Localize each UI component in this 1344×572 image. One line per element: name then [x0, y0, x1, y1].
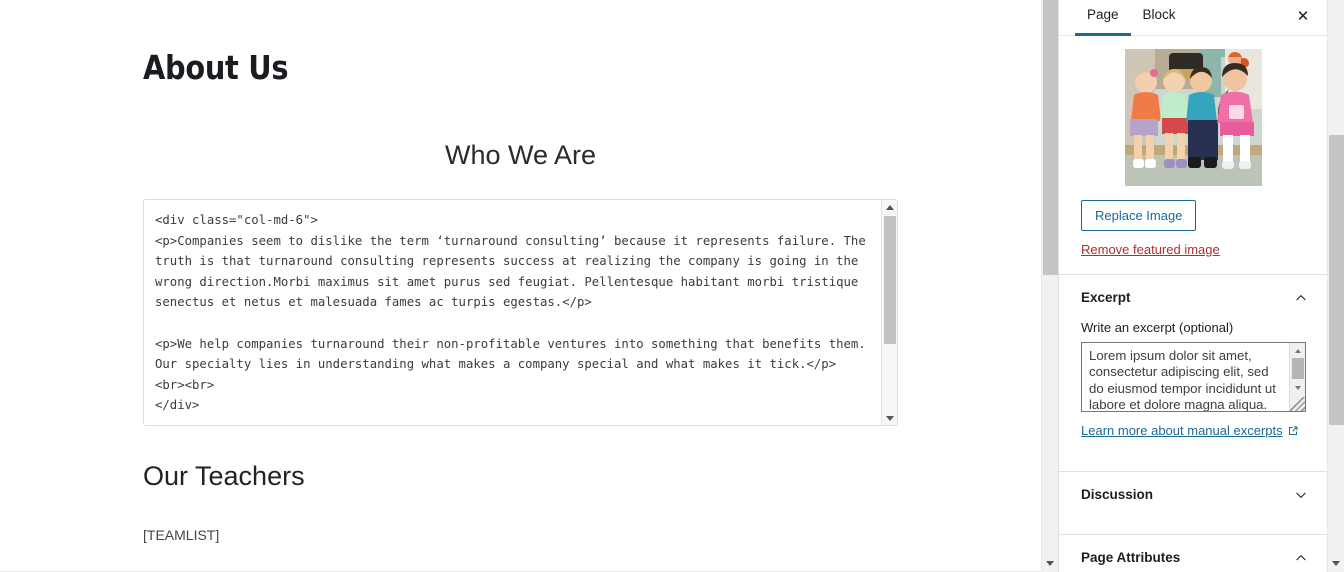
- scroll-down-icon[interactable]: [882, 411, 897, 425]
- sidebar-scroll-area: Page Block ✕ Replace Image Remove featur…: [1059, 0, 1328, 572]
- scroll-up-icon[interactable]: [1290, 344, 1305, 357]
- code-block-scrollbar[interactable]: [881, 200, 897, 425]
- replace-image-button[interactable]: Replace Image: [1081, 200, 1197, 231]
- tab-block[interactable]: Block: [1131, 0, 1188, 36]
- wordpress-block-editor: About Us Who We Are <div class="col-md-6…: [0, 0, 1344, 572]
- external-link-icon: [1288, 426, 1298, 435]
- shortcode-block-teamlist[interactable]: [TEAMLIST]: [143, 527, 219, 543]
- scroll-down-icon[interactable]: [1290, 381, 1305, 394]
- chevron-down-icon: [1296, 492, 1306, 498]
- custom-html-code[interactable]: <div class="col-md-6"> <p>Companies seem…: [155, 210, 877, 416]
- panel-header-excerpt[interactable]: Excerpt: [1059, 275, 1328, 320]
- textarea-resize-handle[interactable]: [1290, 397, 1305, 411]
- scrollbar-thumb[interactable]: [884, 216, 896, 344]
- children-photo-icon: [1125, 49, 1262, 186]
- featured-image-section: [1059, 36, 1328, 186]
- featured-image-thumbnail[interactable]: [1125, 49, 1262, 186]
- panel-header-page-attributes[interactable]: Page Attributes: [1059, 535, 1328, 572]
- canvas-scrollbar-thumb[interactable]: [1043, 0, 1058, 275]
- editor-canvas: About Us Who We Are <div class="col-md-6…: [0, 0, 1058, 572]
- scroll-up-icon[interactable]: [882, 200, 897, 214]
- excerpt-field-label: Write an excerpt (optional): [1081, 320, 1234, 335]
- learn-more-excerpts-link[interactable]: Learn more about manual excerpts: [1081, 423, 1299, 438]
- tab-page[interactable]: Page: [1075, 0, 1131, 36]
- sidebar-scroll-down-icon[interactable]: [1328, 556, 1344, 570]
- chevron-up-icon: [1296, 294, 1306, 300]
- canvas-scroll-down-icon[interactable]: [1042, 556, 1058, 570]
- panel-title-excerpt: Excerpt: [1081, 290, 1131, 305]
- scrollbar-thumb[interactable]: [1292, 358, 1304, 379]
- remove-featured-image-link[interactable]: Remove featured image: [1081, 242, 1328, 257]
- sidebar-scrollbar-thumb[interactable]: [1329, 135, 1344, 425]
- chevron-up-icon: [1296, 554, 1306, 560]
- excerpt-textarea-value[interactable]: Lorem ipsum dolor sit amet, consectetur …: [1089, 348, 1281, 411]
- canvas-scrollbar[interactable]: [1041, 0, 1058, 572]
- panel-title-page-attributes: Page Attributes: [1081, 550, 1181, 565]
- panel-header-discussion[interactable]: Discussion: [1059, 472, 1328, 517]
- excerpt-textarea[interactable]: Lorem ipsum dolor sit amet, consectetur …: [1081, 342, 1306, 412]
- sidebar-tabs: Page Block ✕: [1059, 0, 1328, 36]
- learn-more-excerpts-label: Learn more about manual excerpts: [1081, 423, 1283, 438]
- custom-html-block[interactable]: <div class="col-md-6"> <p>Companies seem…: [143, 199, 898, 426]
- settings-sidebar: Page Block ✕ Replace Image Remove featur…: [1058, 0, 1344, 572]
- excerpt-panel-body: Write an excerpt (optional) Lorem ipsum …: [1059, 320, 1328, 454]
- close-icon[interactable]: ✕: [1288, 1, 1318, 31]
- sidebar-scrollbar[interactable]: [1327, 0, 1344, 572]
- subheading-who-we-are[interactable]: Who We Are: [143, 140, 898, 171]
- panel-title-discussion: Discussion: [1081, 487, 1154, 502]
- page-title[interactable]: About Us: [143, 48, 288, 87]
- section-title-our-teachers[interactable]: Our Teachers: [143, 461, 305, 492]
